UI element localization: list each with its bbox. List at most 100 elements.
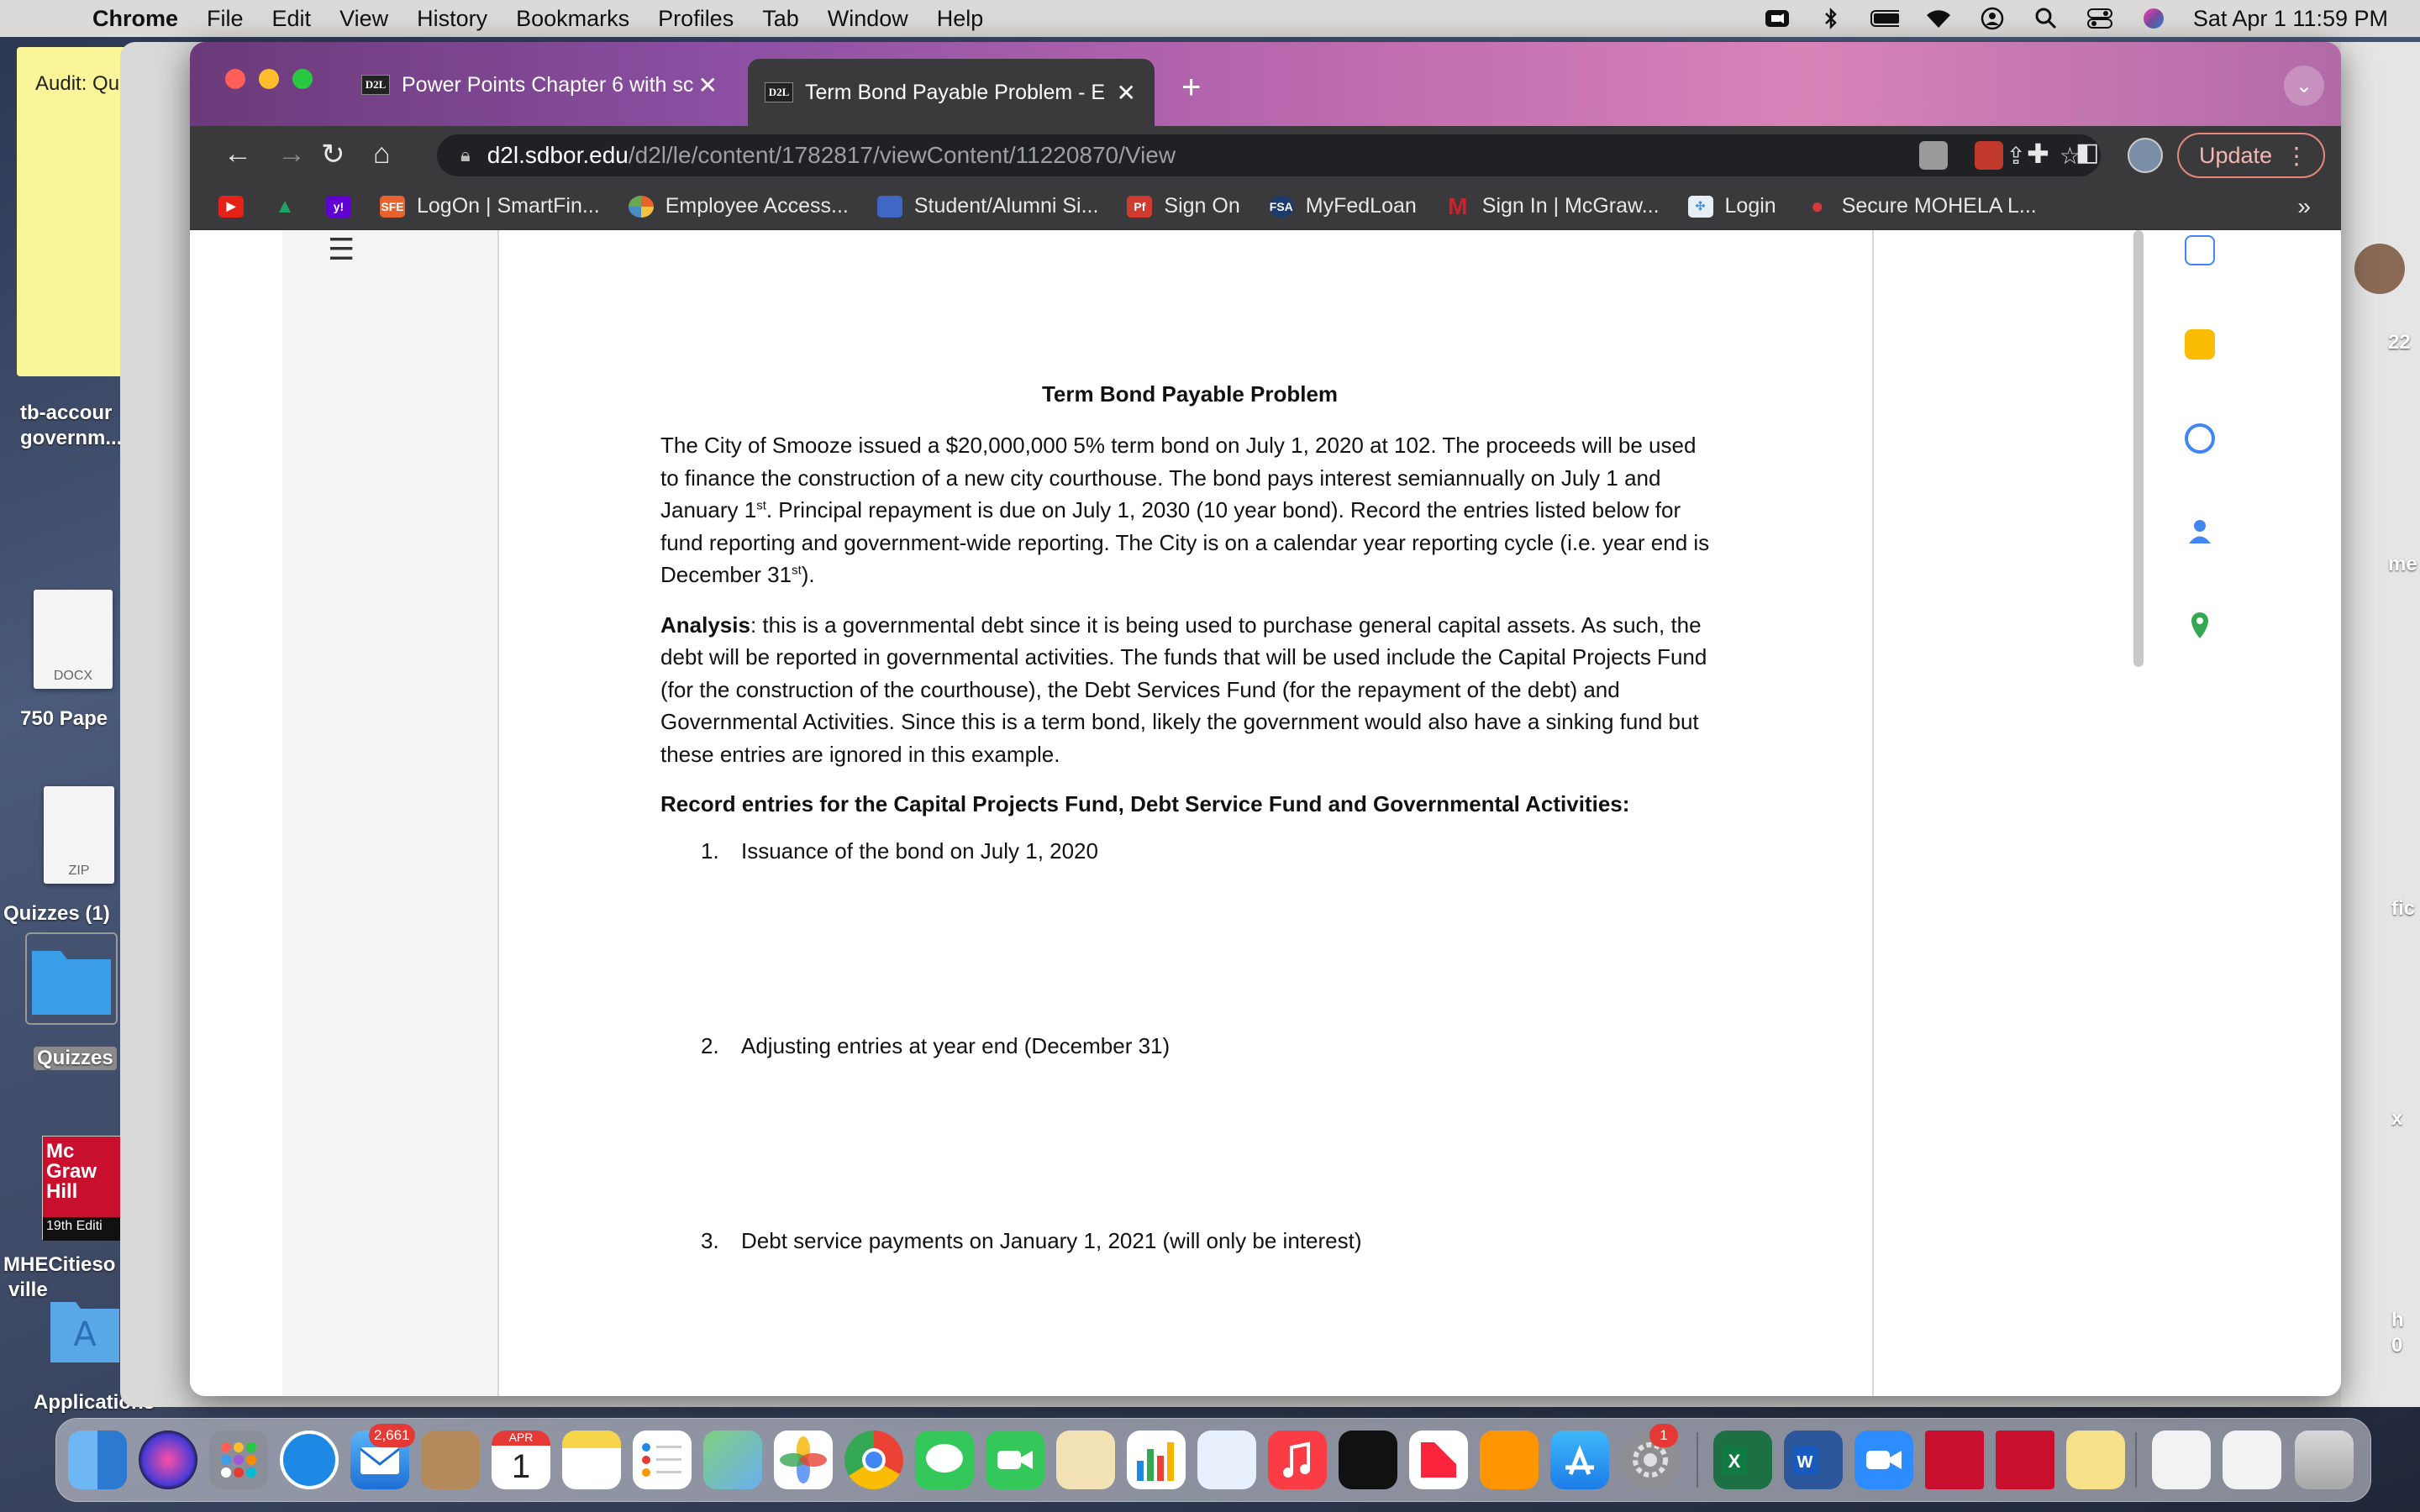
menu-window[interactable]: Window: [828, 6, 908, 32]
mcgraw-hill-book-icon[interactable]: Mc Graw Hill 19th Editi: [42, 1136, 123, 1241]
zip-file-icon[interactable]: ZIP: [44, 786, 114, 884]
desktop-folder-label[interactable]: Quizzes: [34, 1047, 117, 1070]
side-panel-icon[interactable]: ◧: [2075, 138, 2099, 167]
mcgraw-hill-book-icon[interactable]: [1925, 1431, 1984, 1489]
bookmark-youtube[interactable]: ▶: [218, 195, 244, 218]
lock-icon[interactable]: 🔒︎: [460, 144, 471, 166]
news-icon[interactable]: [1409, 1431, 1468, 1489]
music-icon[interactable]: [1268, 1431, 1327, 1489]
keynote-icon[interactable]: [1197, 1431, 1256, 1489]
siri-icon[interactable]: [139, 1431, 197, 1489]
launchpad-icon[interactable]: [209, 1431, 268, 1489]
numbers-icon[interactable]: [1127, 1431, 1186, 1489]
menu-datetime[interactable]: Sat Apr 1 11:59 PM: [2193, 6, 2388, 32]
menu-tab[interactable]: Tab: [762, 6, 799, 32]
bookmark-login[interactable]: ✣ Login: [1687, 194, 1776, 218]
more-menu-icon[interactable]: ⋮: [2285, 142, 2308, 170]
close-window-button[interactable]: [225, 69, 245, 89]
applications-folder-icon[interactable]: A: [49, 1294, 121, 1364]
mcgraw-hill-book-icon[interactable]: [1996, 1431, 2054, 1489]
bookmark-yahoo[interactable]: y!: [326, 195, 351, 218]
maps-icon[interactable]: [2185, 610, 2215, 640]
folder-icon[interactable]: [25, 932, 118, 1025]
close-tab-icon[interactable]: ✕: [698, 71, 718, 99]
extension-icon[interactable]: [1919, 141, 1948, 170]
table-of-contents-icon[interactable]: ☰: [328, 232, 355, 267]
docx-file-icon[interactable]: DOCX: [34, 590, 113, 689]
profile-avatar[interactable]: [2128, 138, 2163, 173]
finder-icon[interactable]: [68, 1431, 127, 1489]
menu-view[interactable]: View: [339, 6, 388, 32]
menu-edit[interactable]: Edit: [272, 6, 312, 32]
menu-profiles[interactable]: Profiles: [658, 6, 734, 32]
bookmark-mcgraw[interactable]: M Sign In | McGraw...: [1445, 193, 1659, 219]
close-tab-icon[interactable]: ✕: [1117, 79, 1136, 107]
facetime-icon[interactable]: [986, 1431, 1044, 1489]
app-store-icon[interactable]: [1550, 1431, 1609, 1489]
scrollbar[interactable]: [2133, 230, 2144, 667]
menu-bookmarks[interactable]: Bookmarks: [516, 6, 629, 32]
address-bar[interactable]: 🔒︎ d2l.sdbor.edu/d2l/le/content/1782817/…: [437, 134, 2101, 176]
desktop-file-label[interactable]: MHECitieso: [3, 1253, 115, 1277]
maximize-window-button[interactable]: [292, 69, 313, 89]
bluetooth-icon[interactable]: [1817, 7, 1845, 30]
spotlight-search-icon[interactable]: [2032, 7, 2060, 30]
new-tab-button[interactable]: +: [1181, 69, 1201, 107]
tab-search-button[interactable]: ⌄: [2284, 66, 2324, 106]
stickies-icon[interactable]: [2066, 1431, 2125, 1489]
menu-help[interactable]: Help: [937, 6, 984, 32]
apple-tv-icon[interactable]: [1339, 1431, 1397, 1489]
calendar-icon[interactable]: APR 1: [492, 1431, 550, 1489]
bookmark-smartfin[interactable]: SFE LogOn | SmartFin...: [380, 194, 600, 218]
reminders-icon[interactable]: [633, 1431, 692, 1489]
contacts-icon[interactable]: [2185, 516, 2215, 546]
wifi-icon[interactable]: [1924, 7, 1953, 30]
word-icon[interactable]: W: [1784, 1431, 1843, 1489]
screen-record-icon[interactable]: [1763, 7, 1791, 30]
share-icon[interactable]: ⇪: [2006, 142, 2025, 170]
calendar-icon[interactable]: [2185, 235, 2215, 265]
document-preview-icon[interactable]: [2223, 1431, 2281, 1489]
chrome-icon[interactable]: [844, 1431, 903, 1489]
bookmark-student-alumni[interactable]: Student/Alumni Si...: [876, 194, 1098, 218]
desktop-file-label[interactable]: tb-accour: [20, 402, 112, 425]
menu-history[interactable]: History: [417, 6, 487, 32]
update-button[interactable]: Update ⋮: [2177, 133, 2325, 178]
forward-icon[interactable]: →: [277, 138, 306, 171]
keep-icon[interactable]: [2185, 329, 2215, 360]
zoom-icon[interactable]: [1854, 1431, 1913, 1489]
back-icon[interactable]: ←: [224, 138, 252, 171]
desktop-file-label[interactable]: ville: [8, 1278, 48, 1302]
tab-term-bond[interactable]: D2L Term Bond Payable Problem - E ✕: [748, 59, 1155, 126]
bookmarks-overflow-icon[interactable]: »: [2297, 193, 2311, 220]
user-account-icon[interactable]: [1978, 7, 2007, 30]
photos-icon[interactable]: [774, 1431, 833, 1489]
home-icon[interactable]: ⌂: [373, 138, 391, 171]
minimize-window-button[interactable]: [259, 69, 279, 89]
control-center-icon[interactable]: [2086, 7, 2114, 30]
pages-icon[interactable]: [1056, 1431, 1115, 1489]
extensions-puzzle-icon[interactable]: ✚: [2027, 138, 2049, 170]
battery-icon[interactable]: [1870, 7, 1899, 30]
extension-icon[interactable]: [1975, 141, 2003, 170]
desktop-folder-label[interactable]: Quizzes (1): [3, 902, 110, 926]
tab-power-points[interactable]: D2L Power Points Chapter 6 with sc ✕: [345, 59, 736, 111]
notes-icon[interactable]: [562, 1431, 621, 1489]
desktop-file-label[interactable]: governm...: [20, 427, 122, 450]
desktop-file-label[interactable]: 750 Pape: [20, 707, 108, 731]
tasks-icon[interactable]: [2185, 423, 2215, 454]
bookmark-myfedloan[interactable]: FSA MyFedLoan: [1268, 194, 1417, 218]
contacts-icon[interactable]: [421, 1431, 480, 1489]
reload-icon[interactable]: ↻: [321, 138, 345, 171]
menu-app-name[interactable]: Chrome: [92, 6, 178, 32]
excel-icon[interactable]: X: [1713, 1431, 1772, 1489]
bookmark-mohela[interactable]: ● Secure MOHELA L...: [1805, 193, 2037, 218]
bookmark-drive[interactable]: ▲: [272, 195, 297, 218]
bookmark-sign-on[interactable]: Pf Sign On: [1127, 194, 1240, 218]
trash-icon[interactable]: [2295, 1431, 2354, 1489]
books-icon[interactable]: [1480, 1431, 1539, 1489]
maps-icon[interactable]: [703, 1431, 762, 1489]
document-preview-icon[interactable]: [2152, 1431, 2211, 1489]
siri-icon[interactable]: [2139, 7, 2168, 30]
menu-file[interactable]: File: [207, 6, 244, 32]
